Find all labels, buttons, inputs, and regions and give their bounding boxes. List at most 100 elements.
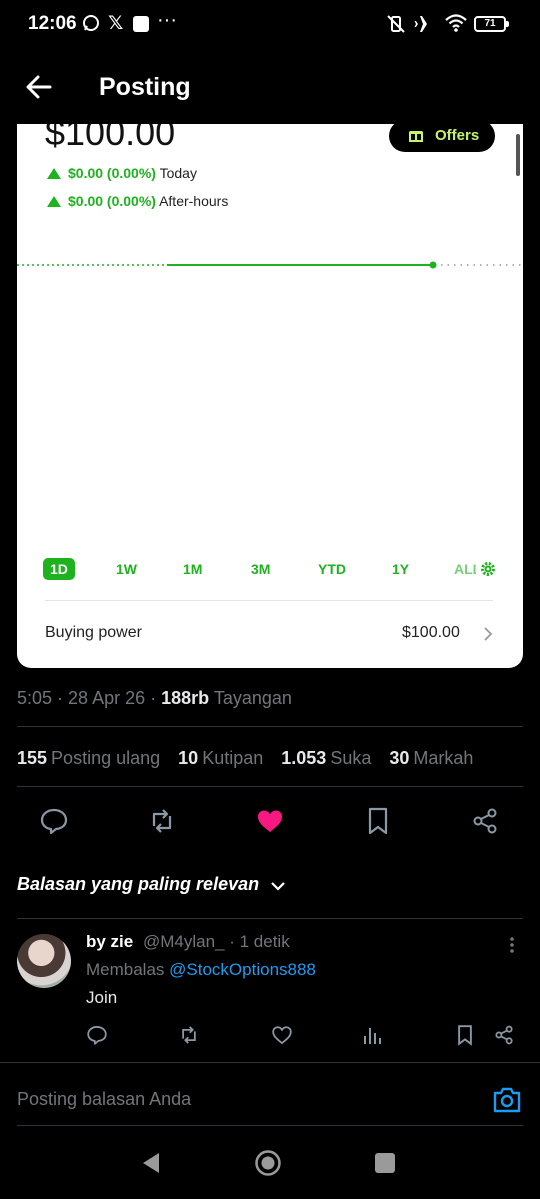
stock-price: $100.00	[45, 124, 176, 153]
after-hours-change-value: $0.00 (0.00%)	[68, 193, 156, 209]
share-button[interactable]	[470, 806, 500, 836]
gift-icon	[409, 131, 423, 142]
muted-vibrate-icon	[386, 14, 406, 39]
divider	[17, 726, 523, 727]
page-title: Posting	[99, 73, 191, 101]
home-circle-icon	[255, 1150, 281, 1176]
up-triangle-icon	[47, 168, 61, 179]
stat-label: Posting ulang	[51, 748, 161, 768]
more-notifications-icon: ···	[157, 9, 177, 31]
stat-label: Kutipan	[202, 748, 264, 768]
stat-quotes[interactable]: 10 Kutipan	[178, 748, 263, 768]
status-bar: 12:06 𝕏 ··· 71	[0, 0, 540, 50]
range-1d[interactable]: 1D	[43, 558, 75, 580]
x-logo-icon: 𝕏	[108, 13, 124, 34]
airplane-mode-icon	[414, 14, 436, 39]
range-all[interactable]: ALL	[454, 561, 476, 577]
heart-icon	[272, 1026, 292, 1045]
bookmark-icon	[458, 1025, 472, 1046]
wifi-icon	[444, 13, 468, 38]
stat-bookmarks[interactable]: 30 Markah	[389, 748, 473, 768]
range-ytd[interactable]: YTD	[318, 561, 346, 577]
reply-bookmark-button[interactable]	[454, 1024, 476, 1046]
repost-icon	[152, 809, 172, 833]
share-icon	[473, 808, 497, 834]
reply-author-handle[interactable]: @M4ylan_ · 1 detik	[143, 932, 290, 952]
stat-label: Suka	[330, 748, 372, 768]
like-button[interactable]	[255, 806, 285, 836]
reply-author-name[interactable]: by zie	[86, 932, 133, 952]
stat-count: 30	[389, 748, 410, 768]
divider	[17, 786, 523, 787]
stat-count: 10	[178, 748, 199, 768]
comment-icon	[87, 1026, 107, 1045]
stat-count: 1.053	[281, 748, 327, 768]
share-icon	[495, 1025, 513, 1045]
card-divider	[45, 600, 493, 601]
reply-text: Join	[86, 988, 118, 1007]
stat-likes[interactable]: 1.053 Suka	[281, 748, 371, 768]
comment-icon	[40, 808, 68, 835]
reply-button[interactable]	[39, 806, 69, 836]
buying-power-label: Buying power	[45, 624, 142, 641]
repost-button[interactable]	[147, 806, 177, 836]
stat-count: 155	[17, 748, 48, 768]
post-date: 28 Apr 26	[68, 688, 146, 708]
card-scrollbar	[516, 134, 520, 176]
heart-filled-icon	[258, 810, 282, 832]
after-hours-change: $0.00 (0.00%) After-hours	[47, 193, 228, 209]
after-hours-change-label: After-hours	[159, 193, 229, 209]
more-options-icon[interactable]	[508, 936, 516, 954]
bookmark-button[interactable]	[363, 806, 393, 836]
chevron-down-icon[interactable]	[270, 880, 286, 892]
range-1w[interactable]: 1W	[116, 561, 137, 577]
replying-to-link[interactable]: @StockOptions888	[169, 960, 316, 979]
nav-back-button[interactable]	[137, 1148, 167, 1178]
reply-sort-dropdown[interactable]: Balasan yang paling relevan	[17, 874, 259, 895]
replying-to: Membalas @StockOptions888	[86, 960, 316, 980]
range-1m[interactable]: 1M	[183, 561, 202, 577]
reply-repost-button[interactable]	[178, 1024, 200, 1046]
bookmark-icon	[368, 807, 388, 835]
range-3m[interactable]: 3M	[251, 561, 270, 577]
back-button[interactable]	[22, 70, 56, 104]
whatsapp-icon	[82, 14, 100, 37]
reply-share-button[interactable]	[493, 1024, 515, 1046]
up-triangle-icon	[47, 196, 61, 207]
divider	[0, 1062, 540, 1063]
today-change-label: Today	[159, 165, 197, 181]
square-recents-icon	[375, 1153, 395, 1173]
stat-reposts[interactable]: 155 Posting ulang	[17, 748, 160, 768]
gear-icon[interactable]	[479, 560, 497, 578]
offers-button[interactable]: Offers	[389, 124, 495, 152]
view-count: 188rb	[161, 688, 210, 708]
camera-icon[interactable]	[492, 1086, 522, 1114]
today-change: $0.00 (0.00%) Today	[47, 165, 197, 181]
price-chart	[17, 261, 523, 269]
range-1y[interactable]: 1Y	[392, 561, 409, 577]
divider	[17, 918, 523, 919]
buying-power-value: $100.00	[402, 624, 460, 641]
analytics-icon	[364, 1028, 381, 1044]
battery-tip	[506, 21, 509, 27]
arrow-left-icon	[26, 75, 52, 99]
chart-current-point	[429, 261, 437, 269]
app-notification-icon	[133, 16, 149, 32]
today-change-value: $0.00 (0.00%)	[68, 165, 156, 181]
reply-reply-button[interactable]	[86, 1024, 108, 1046]
post-image-card[interactable]: $100.00 Offers $0.00 (0.00%) Today $0.00…	[17, 124, 523, 668]
reply-like-button[interactable]	[271, 1024, 293, 1046]
avatar[interactable]	[17, 934, 71, 988]
post-meta: 5:05 · 28 Apr 26 · 188rb Tayangan	[17, 688, 292, 708]
post-stats: 155 Posting ulang 10 Kutipan 1.053 Suka 30 M…	[17, 748, 486, 769]
nav-recents-button[interactable]	[370, 1148, 400, 1178]
post-time: 5:05	[17, 688, 53, 708]
repost-icon	[182, 1026, 196, 1044]
stat-label: Markah	[413, 748, 474, 768]
reply-compose-input[interactable]: Posting balasan Anda	[17, 1089, 191, 1110]
chevron-right-icon[interactable]	[483, 627, 493, 641]
reply-views-button[interactable]	[361, 1024, 383, 1046]
status-time: 12:06	[28, 13, 77, 34]
offers-label: Offers	[435, 127, 480, 144]
nav-home-button[interactable]	[253, 1148, 283, 1178]
